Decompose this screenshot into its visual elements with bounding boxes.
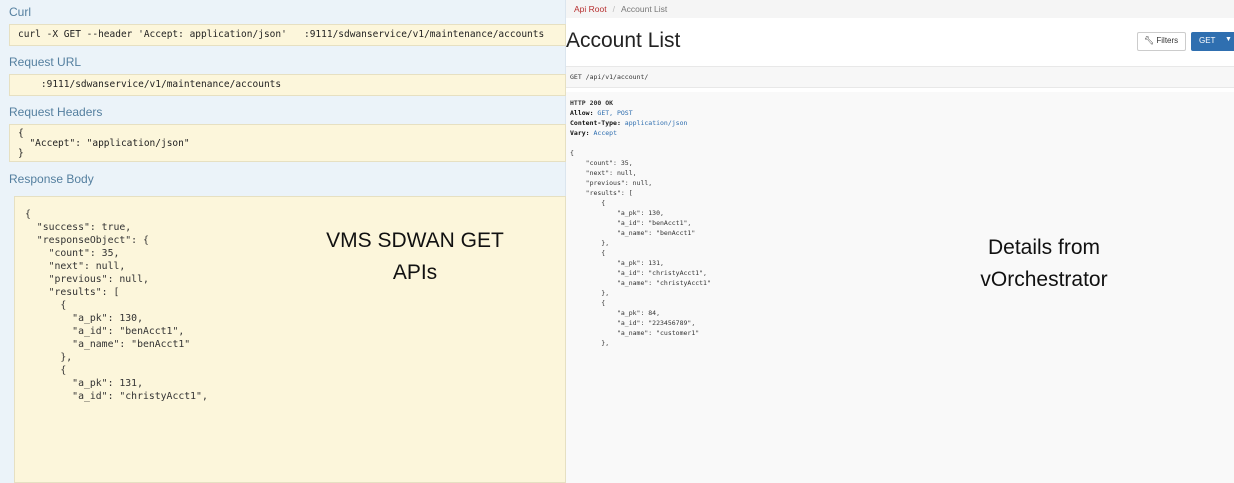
response-body-line: "a_id": "christyAcct1", — [25, 391, 208, 402]
request-headers-line: "Accept": "application/json" — [18, 138, 190, 149]
request-url-section-title: Request URL — [9, 55, 82, 69]
response-json-line: { — [570, 249, 606, 257]
response-body-line: }, — [25, 352, 73, 363]
response-body-line: { — [25, 209, 31, 220]
response-body-line: { — [25, 365, 67, 376]
response-json-line: }, — [570, 289, 610, 297]
response-json-line: "next": null, — [570, 169, 637, 177]
filters-button-label: Filters — [1156, 36, 1179, 45]
curl-command-box[interactable]: curl -X GET --header 'Accept: applicatio… — [9, 24, 566, 46]
request-line: GET /api/v1/account/ — [566, 66, 1234, 88]
status-line: HTTP 200 OK — [570, 99, 614, 107]
right-overlay-line-1: Details from — [987, 236, 1101, 259]
response-json-line: "previous": null, — [570, 179, 653, 187]
left-overlay-line-1: VMS SDWAN GET — [326, 229, 504, 252]
caret-down-icon[interactable]: ▼ — [1225, 36, 1232, 43]
filters-button[interactable]: 🔧︎ Filters — [1137, 32, 1186, 51]
response-json-line: }, — [570, 239, 610, 247]
response-body-line: "a_id": "benAcct1", — [25, 326, 185, 337]
response-json-line: "a_name": "benAcct1" — [570, 229, 696, 237]
response-body-line: "responseObject": { — [25, 235, 149, 246]
response-body-line: "results": [ — [25, 287, 120, 298]
breadcrumb-current: Account List — [620, 4, 668, 14]
curl-command-text: curl -X GET --header 'Accept: applicatio… — [18, 29, 545, 40]
response-header-line: Content-Type: application/json — [570, 119, 688, 127]
request-line-text: GET /api/v1/account/ — [570, 73, 649, 81]
request-headers-section-title: Request Headers — [9, 105, 103, 119]
response-body-line: "count": 35, — [25, 248, 120, 259]
response-json-line: "a_id": "223456789", — [570, 319, 696, 327]
response-json-line: "results": [ — [570, 189, 633, 197]
response-body-line: "a_name": "benAcct1" — [25, 339, 191, 350]
response-json-line: { — [570, 149, 574, 157]
wrench-icon: 🔧︎ — [1144, 36, 1155, 45]
response-json-line: "a_id": "benAcct1", — [570, 219, 692, 227]
response-json-line: "a_pk": 84, — [570, 309, 661, 317]
request-headers-box[interactable]: { "Accept": "application/json" } — [9, 124, 566, 162]
breadcrumb-api-root[interactable]: Api Root — [574, 4, 607, 14]
response-body-line: "a_pk": 130, — [25, 313, 143, 324]
get-button-label: GET — [1199, 36, 1216, 45]
curl-section-title: Curl — [9, 5, 32, 19]
response-body-section-title: Response Body — [9, 172, 94, 186]
response-json-line: "a_name": "christyAcct1" — [570, 279, 711, 287]
response-body-line: "previous": null, — [25, 274, 149, 285]
response-json-line: { — [570, 199, 606, 207]
response-body-line: "next": null, — [25, 261, 126, 272]
page-title: Account List — [566, 29, 681, 52]
response-body-line: "a_pk": 131, — [25, 378, 143, 389]
response-header-line: Allow: GET, POST — [570, 109, 633, 117]
response-header-line: Vary: Accept — [570, 129, 617, 137]
request-url-box[interactable]: :9111/sdwanservice/v1/maintenance/accoun… — [9, 74, 566, 96]
request-headers-line: } — [18, 148, 24, 159]
right-overlay-line-2: vOrchestrator — [980, 267, 1108, 291]
response-json-line: { — [570, 299, 606, 307]
request-url-text: :9111/sdwanservice/v1/maintenance/accoun… — [18, 79, 282, 90]
left-overlay-line-2: APIs — [392, 260, 438, 284]
right-overlay-caption: Details from vOrchestrator — [944, 232, 1144, 295]
breadcrumb: Api Root / Account List — [566, 0, 1234, 18]
response-json-line: "a_pk": 130, — [570, 209, 664, 217]
response-json-line: "a_id": "christyAcct1", — [570, 269, 707, 277]
response-body-line: { — [25, 300, 67, 311]
drf-browsable-api-panel: Api Root / Account List Account List 🔧︎ Fi… — [566, 0, 1234, 483]
left-overlay-caption: VMS SDWAN GET APIs — [300, 225, 530, 288]
response-body-line: "success": true, — [25, 222, 132, 233]
swagger-panel: Curl curl -X GET --header 'Accept: appli… — [0, 0, 566, 483]
response-json-line: "count": 35, — [570, 159, 633, 167]
breadcrumb-separator: / — [612, 4, 615, 14]
response-json-line: "a_name": "customer1" — [570, 329, 700, 337]
response-json-line: "a_pk": 131, — [570, 259, 664, 267]
response-json-line: }, — [570, 339, 610, 347]
get-button[interactable]: GET ▼ — [1191, 32, 1234, 51]
